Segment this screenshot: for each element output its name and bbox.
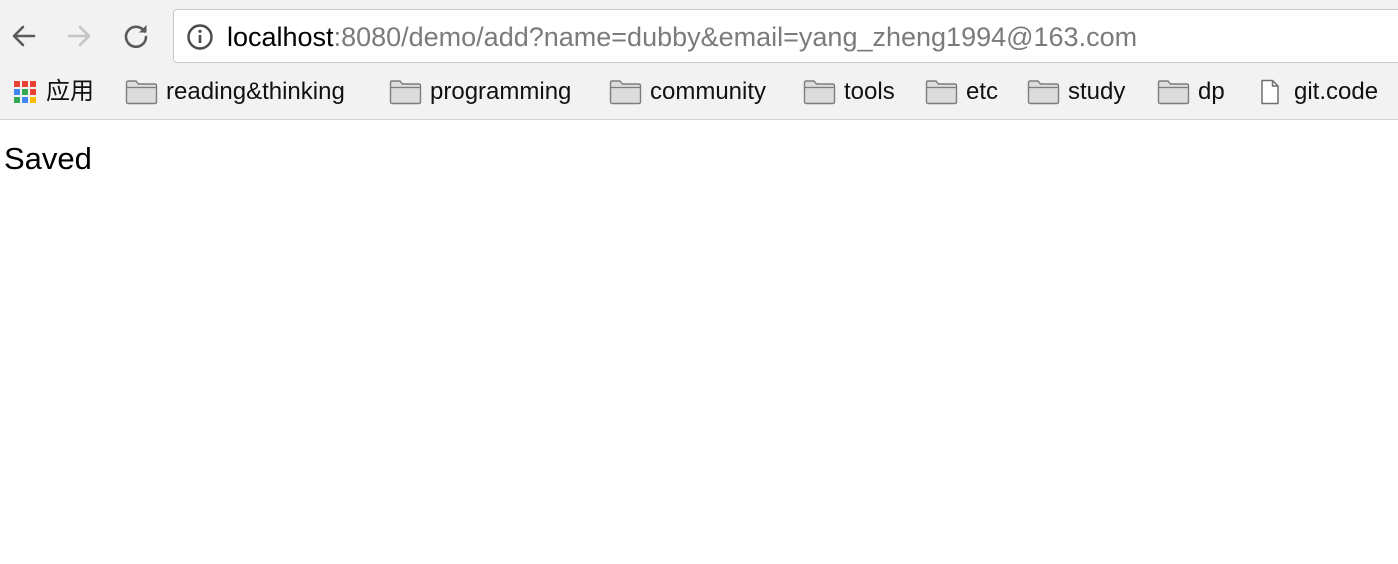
forward-arrow-icon xyxy=(67,25,91,47)
page-icon xyxy=(1260,79,1280,105)
reload-icon xyxy=(124,25,148,49)
url-path: :8080/demo/add?name=dubby&email=yang_zhe… xyxy=(333,22,1138,52)
folder-icon xyxy=(609,79,642,105)
info-icon[interactable] xyxy=(186,23,214,51)
bookmark-folder-dp[interactable]: dp xyxy=(1157,72,1225,112)
reload-button[interactable] xyxy=(116,16,156,56)
bookmark-label: 应用 xyxy=(46,78,94,105)
bookmark-label: git.code xyxy=(1294,78,1379,105)
folder-icon xyxy=(803,79,836,105)
apps-grid-icon xyxy=(14,81,36,103)
bookmark-label: etc xyxy=(966,78,999,105)
bookmark-folder-study[interactable]: study xyxy=(1027,72,1125,112)
bookmark-folder-tools[interactable]: tools xyxy=(803,72,895,112)
bookmark-label: tools xyxy=(844,78,895,105)
folder-icon xyxy=(125,79,158,105)
url-text[interactable]: localhost:8080/demo/add?name=dubby&email… xyxy=(227,21,1137,53)
bookmark-folder-community[interactable]: community xyxy=(609,72,766,112)
forward-button[interactable] xyxy=(59,16,99,56)
browser-toolbar: localhost:8080/demo/add?name=dubby&email… xyxy=(0,0,1398,120)
saved-message: Saved xyxy=(4,141,92,176)
folder-icon xyxy=(389,79,422,105)
bookmark-apps[interactable]: 应用 xyxy=(14,72,94,112)
folder-icon xyxy=(925,79,958,105)
bookmark-label: reading&thinking xyxy=(166,78,345,105)
back-button[interactable] xyxy=(4,16,44,56)
bookmark-label: programming xyxy=(430,78,572,105)
bookmark-label: dp xyxy=(1198,78,1225,105)
folder-icon xyxy=(1157,79,1190,105)
bookmark-label: community xyxy=(650,78,767,105)
folder-icon xyxy=(1027,79,1060,105)
page-content: Saved xyxy=(4,140,92,178)
url-host: localhost xyxy=(227,22,334,52)
bookmark-folder-reading-thinking[interactable]: reading&thinking xyxy=(125,72,345,112)
bookmarks-bar: 应用 reading&thinking programming communit… xyxy=(0,72,1398,112)
bookmark-folder-programming[interactable]: programming xyxy=(389,72,571,112)
bookmark-folder-etc[interactable]: etc xyxy=(925,72,998,112)
back-arrow-icon xyxy=(12,25,36,47)
bookmark-label: study xyxy=(1068,78,1126,105)
address-bar[interactable]: localhost:8080/demo/add?name=dubby&email… xyxy=(173,9,1398,63)
bookmark-page-git-code[interactable]: git.code xyxy=(1260,72,1378,112)
